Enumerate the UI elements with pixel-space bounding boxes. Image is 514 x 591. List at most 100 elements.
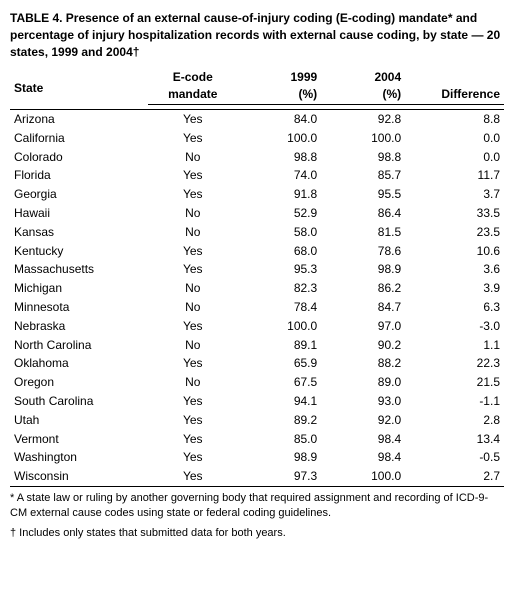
cell-diff: 10.6 <box>405 242 504 261</box>
cell-2004: 93.0 <box>321 392 405 411</box>
cell-1999: 67.5 <box>237 373 321 392</box>
table-row: Kansas No 58.0 81.5 23.5 <box>10 223 504 242</box>
cell-diff: 22.3 <box>405 354 504 373</box>
cell-diff: 13.4 <box>405 430 504 449</box>
cell-diff: 6.3 <box>405 298 504 317</box>
col-header-state: State <box>10 68 148 109</box>
table-row: Hawaii No 52.9 86.4 33.5 <box>10 204 504 223</box>
cell-1999: 98.8 <box>237 148 321 167</box>
cell-2004: 100.0 <box>321 129 405 148</box>
table-row: Michigan No 82.3 86.2 3.9 <box>10 279 504 298</box>
cell-1999: 91.8 <box>237 185 321 204</box>
cell-ecode: Yes <box>148 109 237 128</box>
table-row: Kentucky Yes 68.0 78.6 10.6 <box>10 242 504 261</box>
cell-1999: 65.9 <box>237 354 321 373</box>
cell-state: Minnesota <box>10 298 148 317</box>
cell-diff: 11.7 <box>405 166 504 185</box>
cell-diff: 33.5 <box>405 204 504 223</box>
cell-state: South Carolina <box>10 392 148 411</box>
cell-2004: 98.4 <box>321 448 405 467</box>
cell-1999: 100.0 <box>237 317 321 336</box>
cell-2004: 92.8 <box>321 109 405 128</box>
table-row: Oregon No 67.5 89.0 21.5 <box>10 373 504 392</box>
cell-ecode: No <box>148 204 237 223</box>
cell-diff: 0.0 <box>405 148 504 167</box>
cell-ecode: Yes <box>148 260 237 279</box>
cell-state: Oregon <box>10 373 148 392</box>
col-header-2004: 2004(%) <box>321 68 405 104</box>
footnote-dagger: † Includes only states that submitted da… <box>10 526 504 541</box>
cell-2004: 98.8 <box>321 148 405 167</box>
cell-state: Kentucky <box>10 242 148 261</box>
cell-1999: 78.4 <box>237 298 321 317</box>
table-row: Washington Yes 98.9 98.4 -0.5 <box>10 448 504 467</box>
table-container: TABLE 4. Presence of an external cause-o… <box>10 10 504 541</box>
cell-diff: -1.1 <box>405 392 504 411</box>
col-header-diff: Difference <box>405 68 504 104</box>
cell-ecode: Yes <box>148 392 237 411</box>
cell-1999: 82.3 <box>237 279 321 298</box>
cell-ecode: No <box>148 336 237 355</box>
cell-1999: 74.0 <box>237 166 321 185</box>
cell-state: California <box>10 129 148 148</box>
table-title: TABLE 4. Presence of an external cause-o… <box>10 10 504 60</box>
cell-ecode: No <box>148 279 237 298</box>
cell-diff: 3.7 <box>405 185 504 204</box>
table-row: South Carolina Yes 94.1 93.0 -1.1 <box>10 392 504 411</box>
cell-ecode: Yes <box>148 467 237 486</box>
cell-diff: 23.5 <box>405 223 504 242</box>
cell-2004: 90.2 <box>321 336 405 355</box>
cell-diff: 0.0 <box>405 129 504 148</box>
cell-ecode: Yes <box>148 354 237 373</box>
col-header-1999: 1999(%) <box>237 68 321 104</box>
cell-ecode: No <box>148 373 237 392</box>
cell-state: Washington <box>10 448 148 467</box>
cell-2004: 86.2 <box>321 279 405 298</box>
cell-1999: 95.3 <box>237 260 321 279</box>
cell-state: Kansas <box>10 223 148 242</box>
cell-ecode: Yes <box>148 242 237 261</box>
cell-2004: 84.7 <box>321 298 405 317</box>
table-row: North Carolina No 89.1 90.2 1.1 <box>10 336 504 355</box>
cell-ecode: Yes <box>148 317 237 336</box>
cell-ecode: No <box>148 148 237 167</box>
cell-1999: 89.1 <box>237 336 321 355</box>
cell-2004: 95.5 <box>321 185 405 204</box>
cell-diff: -0.5 <box>405 448 504 467</box>
cell-ecode: No <box>148 223 237 242</box>
cell-2004: 81.5 <box>321 223 405 242</box>
table-row: Georgia Yes 91.8 95.5 3.7 <box>10 185 504 204</box>
cell-1999: 68.0 <box>237 242 321 261</box>
cell-ecode: Yes <box>148 411 237 430</box>
cell-2004: 98.4 <box>321 430 405 449</box>
cell-1999: 85.0 <box>237 430 321 449</box>
cell-2004: 92.0 <box>321 411 405 430</box>
table-row: Utah Yes 89.2 92.0 2.8 <box>10 411 504 430</box>
cell-2004: 98.9 <box>321 260 405 279</box>
cell-diff: 3.6 <box>405 260 504 279</box>
cell-state: Colorado <box>10 148 148 167</box>
cell-2004: 88.2 <box>321 354 405 373</box>
cell-ecode: Yes <box>148 185 237 204</box>
table-row: Nebraska Yes 100.0 97.0 -3.0 <box>10 317 504 336</box>
cell-state: Florida <box>10 166 148 185</box>
data-table: State E-codemandate 1999(%) 2004(%) Diff… <box>10 68 504 487</box>
cell-ecode: No <box>148 298 237 317</box>
cell-1999: 100.0 <box>237 129 321 148</box>
cell-2004: 78.6 <box>321 242 405 261</box>
cell-state: Nebraska <box>10 317 148 336</box>
cell-1999: 97.3 <box>237 467 321 486</box>
table-row: Wisconsin Yes 97.3 100.0 2.7 <box>10 467 504 486</box>
cell-1999: 58.0 <box>237 223 321 242</box>
cell-state: Oklahoma <box>10 354 148 373</box>
cell-1999: 89.2 <box>237 411 321 430</box>
cell-1999: 98.9 <box>237 448 321 467</box>
cell-2004: 85.7 <box>321 166 405 185</box>
col-header-ecode: E-codemandate <box>148 68 237 104</box>
cell-2004: 89.0 <box>321 373 405 392</box>
cell-state: Hawaii <box>10 204 148 223</box>
cell-state: Arizona <box>10 109 148 128</box>
table-row: Minnesota No 78.4 84.7 6.3 <box>10 298 504 317</box>
cell-ecode: Yes <box>148 166 237 185</box>
cell-state: Utah <box>10 411 148 430</box>
